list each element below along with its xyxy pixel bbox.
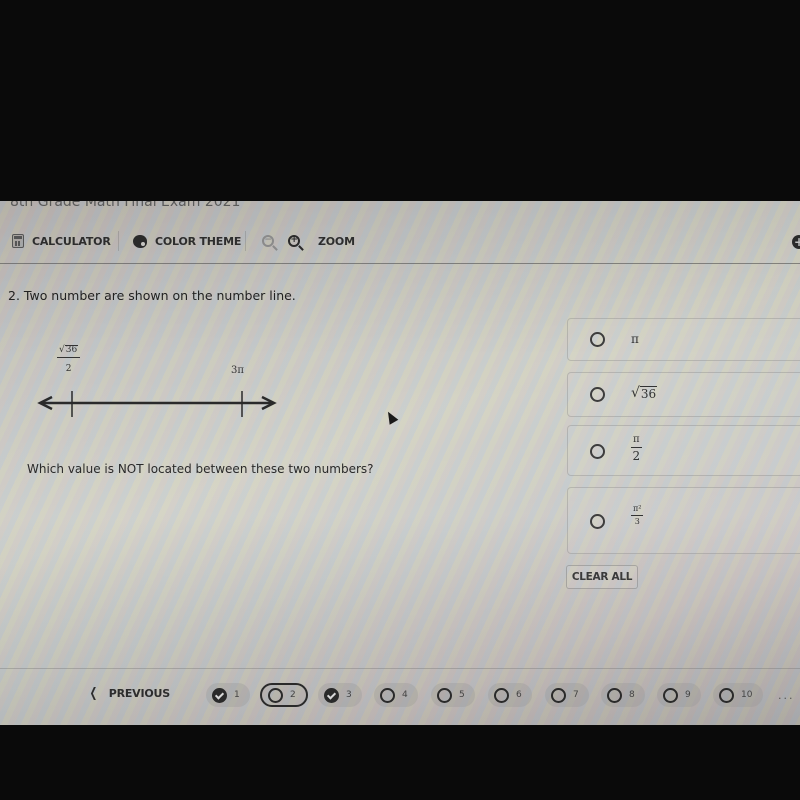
empty-circle-icon (268, 687, 283, 703)
empty-circle-icon (437, 687, 452, 703)
empty-circle-icon (663, 687, 678, 703)
calculator-button[interactable]: CALCULATOR (12, 229, 111, 253)
empty-circle-icon (494, 687, 509, 703)
page-button-5[interactable]: 5 (431, 683, 475, 707)
mouse-cursor-icon (383, 409, 399, 425)
chevron-left-icon: ❮ (89, 686, 98, 701)
number-line: √ 36 2 3π (30, 335, 290, 425)
calculator-label: CALCULATOR (32, 234, 111, 248)
page-button-2[interactable]: 2 (260, 683, 308, 707)
palette-icon (133, 234, 147, 248)
exam-title: 8th Grade Math Final Exam 2021 (10, 201, 241, 210)
option-a-value: π (631, 332, 639, 346)
page-button-8[interactable]: 8 (601, 683, 645, 707)
page-button-3[interactable]: 3 (318, 683, 362, 707)
toolbar-divider (245, 231, 246, 251)
radio-icon[interactable] (590, 332, 605, 347)
empty-circle-icon (719, 687, 734, 703)
exam-screen: 8th Grade Math Final Exam 2021 CALCULATO… (0, 201, 800, 725)
page-button-7[interactable]: 7 (545, 683, 589, 707)
previous-button[interactable]: ❮ PREVIOUS (88, 686, 171, 701)
zoom-in-icon[interactable] (288, 233, 300, 247)
answer-option-c[interactable]: π 2 (567, 425, 800, 476)
option-d-value: π² 3 (631, 504, 644, 526)
zoom-controls: ZOOM (262, 229, 355, 253)
page-button-1[interactable]: 1 (206, 683, 250, 707)
radio-icon[interactable] (590, 514, 605, 529)
radio-icon[interactable] (590, 387, 605, 402)
question-prompt: Which value is NOT located between these… (27, 462, 374, 476)
answer-option-b[interactable]: √ 36 (567, 372, 800, 417)
footer-divider (0, 668, 800, 669)
clear-all-button[interactable]: CLEAR ALL (566, 565, 638, 589)
empty-circle-icon (607, 687, 622, 703)
zoom-label: ZOOM (318, 234, 355, 248)
check-circle-icon (212, 687, 227, 703)
toolbar: CALCULATOR COLOR THEME ZOOM + (0, 229, 800, 253)
color-theme-button[interactable]: COLOR THEME (133, 229, 241, 253)
zoom-out-icon[interactable] (262, 233, 274, 247)
number-line-graphic (37, 391, 277, 417)
previous-label: PREVIOUS (108, 687, 170, 700)
toolbar-divider-line (0, 263, 800, 264)
radio-icon[interactable] (590, 444, 605, 459)
empty-circle-icon (551, 687, 566, 703)
check-circle-icon (324, 687, 339, 703)
empty-circle-icon (380, 687, 395, 703)
page-button-10[interactable]: 10 (713, 683, 763, 707)
page-button-6[interactable]: 6 (488, 683, 532, 707)
plus-circle-icon[interactable]: + (792, 235, 800, 249)
question-text: 2. Two number are shown on the number li… (8, 288, 296, 303)
option-c-value: π 2 (631, 434, 642, 463)
calculator-icon (12, 234, 24, 248)
answer-option-d[interactable]: π² 3 (567, 487, 800, 554)
page-button-4[interactable]: 4 (374, 683, 418, 707)
toolbar-divider (118, 231, 119, 251)
option-b-value: √ 36 (631, 385, 658, 401)
page-button-9[interactable]: 9 (657, 683, 701, 707)
color-theme-label: COLOR THEME (155, 234, 242, 248)
answer-option-a[interactable]: π (567, 318, 800, 361)
more-pages-button[interactable]: ... (778, 689, 795, 702)
